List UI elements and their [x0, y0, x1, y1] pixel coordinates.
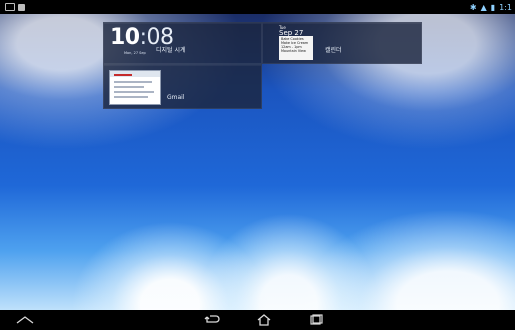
gmail-preview: [109, 70, 161, 105]
status-left: [0, 3, 25, 11]
calendar-events: Bake Cookies Make Ice Cream 12am - 1pm M…: [279, 36, 313, 60]
digital-clock-label: 디지털 시계: [156, 47, 186, 54]
clock-date: Mon, 27 Sep: [124, 51, 146, 55]
recent-apps-icon: [310, 314, 323, 325]
gmail-widget[interactable]: Gmail: [103, 64, 262, 109]
gmail-preview-line: [114, 86, 144, 88]
collapse-button[interactable]: [15, 311, 35, 324]
back-button[interactable]: [202, 311, 222, 323]
gmail-header-line: [114, 74, 132, 76]
battery-icon: ▮: [490, 2, 496, 12]
notification-icon: [5, 3, 15, 11]
collapse-icon: [16, 316, 34, 324]
calendar-event-4: Mountain View: [281, 49, 306, 53]
home-icon: [257, 314, 271, 326]
wifi-icon: ▲: [480, 2, 487, 12]
screenshot-icon: [18, 3, 25, 11]
back-icon: [204, 315, 220, 323]
gmail-preview-line: [114, 91, 154, 93]
calendar-label: 캘린더: [325, 47, 342, 54]
digital-clock-widget[interactable]: 10:08 Mon, 27 Sep 디지털 시계: [103, 22, 262, 64]
calendar-widget[interactable]: Tue Sep 27 Bake Cookies Make Ice Cream 1…: [262, 22, 422, 64]
status-time: 1:1: [499, 2, 512, 12]
recent-apps-button[interactable]: [305, 311, 325, 325]
clock-hour: 10: [110, 25, 140, 50]
gmail-label: Gmail: [167, 94, 185, 101]
gmail-preview-line: [114, 81, 152, 83]
bluetooth-icon: ✱: [469, 2, 477, 12]
status-bar: ✱ ▲ ▮ 1:1: [0, 0, 515, 14]
home-button[interactable]: [254, 311, 274, 326]
gmail-preview-line: [114, 96, 148, 98]
status-right: ✱ ▲ ▮ 1:1: [470, 3, 515, 12]
navigation-bar: [0, 310, 515, 326]
clock-colon: :: [139, 25, 147, 50]
